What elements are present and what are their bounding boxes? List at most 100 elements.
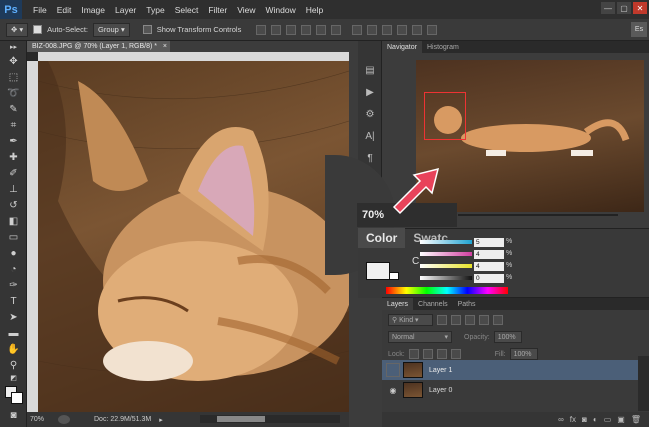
fill-field[interactable]: 100% bbox=[509, 348, 538, 360]
align-hcenter-icon[interactable] bbox=[316, 24, 327, 35]
rectangle-tool-icon[interactable]: ▬ bbox=[0, 325, 27, 341]
filter-type-icon[interactable] bbox=[465, 315, 475, 325]
black-value[interactable]: 0 bbox=[474, 274, 504, 283]
magenta-value[interactable]: 4 bbox=[474, 250, 504, 259]
tab-color[interactable]: Color bbox=[358, 228, 406, 248]
color-swatches-icon[interactable] bbox=[0, 383, 27, 407]
adjustment-layer-icon[interactable]: ◐ bbox=[593, 415, 598, 424]
lock-position-icon[interactable] bbox=[436, 349, 447, 359]
layer-row-layer-0[interactable]: ◉ Layer 0 bbox=[382, 380, 638, 400]
background-color-swatch[interactable] bbox=[389, 272, 399, 280]
distribute-right-icon[interactable] bbox=[427, 24, 438, 35]
align-bottom-icon[interactable] bbox=[286, 24, 297, 35]
eyedropper-tool-icon[interactable]: ✒ bbox=[0, 133, 27, 149]
auto-select-checkbox[interactable] bbox=[33, 25, 43, 34]
distribute-bottom-icon[interactable] bbox=[382, 24, 393, 35]
magenta-slider[interactable] bbox=[420, 252, 472, 256]
menu-window[interactable]: Window bbox=[260, 5, 300, 15]
menu-file[interactable]: File bbox=[28, 5, 52, 15]
tool-preset-picker[interactable]: ✥ ▾ bbox=[6, 22, 29, 37]
minimize-button[interactable]: — bbox=[601, 2, 615, 14]
tab-layers[interactable]: Layers bbox=[382, 298, 414, 310]
tab-channels[interactable]: Channels bbox=[413, 298, 453, 310]
tab-paths[interactable]: Paths bbox=[453, 298, 481, 310]
menu-layer[interactable]: Layer bbox=[110, 5, 141, 15]
tab-navigator[interactable]: Navigator bbox=[382, 41, 422, 53]
align-right-icon[interactable] bbox=[331, 24, 342, 35]
layer-name[interactable]: Layer 1 bbox=[429, 367, 452, 374]
navigator-zoom-slider[interactable] bbox=[458, 214, 618, 216]
align-vcenter-icon[interactable] bbox=[271, 24, 282, 35]
distribute-left-icon[interactable] bbox=[397, 24, 408, 35]
history-panel-icon[interactable]: ▤ bbox=[358, 59, 382, 81]
close-button[interactable]: ✕ bbox=[633, 2, 647, 14]
tab-swatches[interactable]: Swatc bbox=[405, 228, 456, 248]
align-left-icon[interactable] bbox=[301, 24, 312, 35]
layer-visibility-toggle[interactable] bbox=[386, 363, 400, 377]
brush-tool-icon[interactable]: ✐ bbox=[0, 165, 27, 181]
status-menu-arrow-icon[interactable]: ▸ bbox=[159, 416, 163, 424]
new-layer-icon[interactable]: ▣ bbox=[617, 415, 625, 424]
filter-pixel-icon[interactable] bbox=[437, 315, 447, 325]
add-mask-icon[interactable]: ◙ bbox=[582, 415, 587, 424]
clone-stamp-tool-icon[interactable]: ⊥ bbox=[0, 181, 27, 197]
hand-tool-icon[interactable]: ✋ bbox=[0, 341, 27, 357]
auto-select-dropdown[interactable]: Group ▾ bbox=[93, 22, 130, 37]
quick-mask-icon[interactable]: ◙ bbox=[0, 407, 27, 423]
menu-image[interactable]: Image bbox=[76, 5, 110, 15]
quick-select-tool-icon[interactable]: ✎ bbox=[0, 101, 27, 117]
opacity-field[interactable]: 100% bbox=[493, 331, 522, 343]
align-top-icon[interactable] bbox=[256, 24, 267, 35]
zoom-tool-icon[interactable]: ⚲ bbox=[0, 357, 27, 373]
cyan-slider[interactable] bbox=[420, 240, 472, 244]
lasso-tool-icon[interactable]: ➰ bbox=[0, 85, 27, 101]
menu-filter[interactable]: Filter bbox=[203, 5, 232, 15]
tab-histogram[interactable]: Histogram bbox=[422, 41, 464, 53]
layer-style-icon[interactable]: fx bbox=[570, 415, 576, 424]
properties-panel-icon[interactable]: ⚙ bbox=[358, 103, 382, 125]
navigator-view-box[interactable] bbox=[424, 92, 466, 140]
layer-filter-kind[interactable]: ⚲ Kind ▾ bbox=[388, 314, 433, 326]
document-tab[interactable]: BIZ-008.JPG @ 70% (Layer 1, RGB/8) * × bbox=[27, 41, 170, 52]
status-info-icon[interactable] bbox=[58, 415, 70, 424]
horizontal-scroll-thumb[interactable] bbox=[217, 416, 265, 422]
menu-help[interactable]: Help bbox=[301, 5, 328, 15]
maximize-button[interactable]: ▢ bbox=[617, 2, 631, 14]
default-colors-icon[interactable]: ◩ bbox=[0, 373, 27, 383]
distribute-top-icon[interactable] bbox=[352, 24, 363, 35]
menu-edit[interactable]: Edit bbox=[52, 5, 77, 15]
horizontal-ruler[interactable] bbox=[38, 52, 349, 61]
filter-adjustment-icon[interactable] bbox=[451, 315, 461, 325]
status-zoom[interactable]: 70% bbox=[30, 416, 58, 423]
show-transform-checkbox[interactable] bbox=[142, 25, 152, 34]
layers-scrollbar[interactable] bbox=[638, 356, 649, 411]
distribute-hcenter-icon[interactable] bbox=[412, 24, 423, 35]
marquee-tool-icon[interactable]: ⬚ bbox=[0, 69, 27, 85]
healing-brush-tool-icon[interactable]: ✚ bbox=[0, 149, 27, 165]
link-layers-icon[interactable]: ∞ bbox=[558, 415, 564, 424]
new-group-icon[interactable]: ▭ bbox=[604, 415, 612, 424]
layer-name[interactable]: Layer 0 bbox=[429, 387, 452, 394]
distribute-vcenter-icon[interactable] bbox=[367, 24, 378, 35]
black-slider[interactable] bbox=[420, 276, 472, 280]
filter-smart-object-icon[interactable] bbox=[493, 315, 503, 325]
eye-icon[interactable]: ◉ bbox=[386, 383, 400, 397]
yellow-value[interactable]: 4 bbox=[474, 262, 504, 271]
crop-tool-icon[interactable]: ⌗ bbox=[0, 117, 27, 133]
collapse-toolbox-icon[interactable]: ▸▸ bbox=[0, 41, 27, 53]
blend-mode-dropdown[interactable]: Normal ▾ bbox=[388, 331, 452, 343]
delete-layer-icon[interactable]: 🗑 bbox=[631, 415, 641, 424]
menu-select[interactable]: Select bbox=[170, 5, 204, 15]
workspace-switcher[interactable]: Es bbox=[631, 22, 647, 37]
gradient-tool-icon[interactable]: ▭ bbox=[0, 229, 27, 245]
lock-transparent-icon[interactable] bbox=[408, 349, 419, 359]
document-close-icon[interactable]: × bbox=[163, 43, 167, 50]
move-tool-icon[interactable]: ✥ bbox=[0, 53, 27, 69]
blur-tool-icon[interactable]: ● bbox=[0, 245, 27, 261]
history-brush-tool-icon[interactable]: ↺ bbox=[0, 197, 27, 213]
cyan-value[interactable]: 5 bbox=[474, 238, 504, 247]
yellow-slider[interactable] bbox=[420, 264, 472, 268]
canvas-image[interactable] bbox=[38, 61, 349, 412]
lock-image-icon[interactable] bbox=[422, 349, 433, 359]
actions-panel-icon[interactable]: ▶ bbox=[358, 81, 382, 103]
